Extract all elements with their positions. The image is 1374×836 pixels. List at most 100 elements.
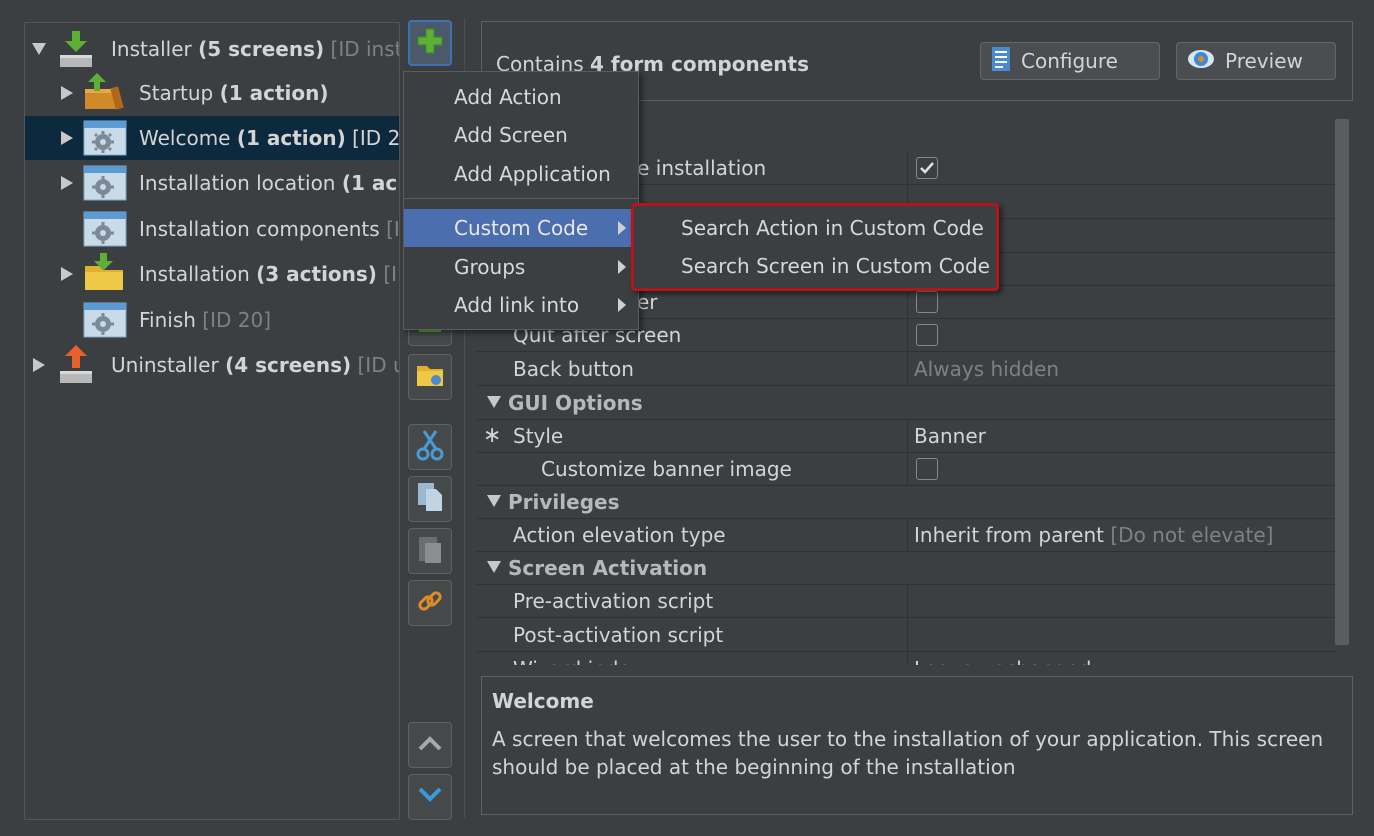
- quit-after-screen-checkbox[interactable]: [916, 324, 938, 346]
- category-privileges[interactable]: Privileges: [477, 485, 1337, 519]
- column-separator: [907, 518, 908, 552]
- expand-arrow-icon[interactable]: [61, 131, 73, 145]
- copy-button[interactable]: [408, 476, 452, 522]
- description-panel: Welcome A screen that welcomes the user …: [481, 676, 1353, 815]
- submenu-arrow-icon: [618, 221, 626, 235]
- folder-gear-icon: [415, 361, 445, 394]
- chevron-down-icon: [416, 785, 444, 810]
- property-row-customize-banner-image[interactable]: Customize banner image: [477, 452, 1337, 486]
- tree-item-installer[interactable]: Installer (5 screens) [ID instal...: [25, 27, 400, 71]
- menu-item-add-application[interactable]: Add Application: [404, 155, 638, 193]
- description-text: A screen that welcomes the user to the i…: [492, 727, 1324, 779]
- modified-marker-icon: ∗: [483, 423, 502, 448]
- customize-banner-checkbox[interactable]: [916, 458, 938, 480]
- category-gui-options[interactable]: GUI Options: [477, 386, 1337, 420]
- collapse-arrow-icon[interactable]: [487, 396, 501, 408]
- cut-button[interactable]: [408, 424, 452, 470]
- uninstaller-icon: [57, 343, 99, 383]
- checkbox[interactable]: [916, 291, 938, 313]
- startup-icon: [83, 71, 125, 110]
- menu-item-groups[interactable]: Groups: [404, 248, 638, 286]
- property-name: Wizard index: [513, 657, 642, 666]
- copy-icon: [416, 481, 444, 518]
- collapse-arrow-icon[interactable]: [487, 561, 501, 573]
- move-down-button[interactable]: [408, 774, 452, 820]
- chevron-up-icon: [416, 733, 444, 758]
- column-separator: [907, 419, 908, 453]
- tree-item-finish[interactable]: Finish [ID 20]: [25, 298, 399, 342]
- menu-item-search-action[interactable]: Search Action in Custom Code: [681, 216, 984, 240]
- custom-code-submenu: Search Action in Custom Code Search Scre…: [631, 203, 999, 291]
- property-row-pre-activation-script[interactable]: Pre-activation script: [477, 584, 1337, 618]
- expand-arrow-icon[interactable]: [61, 267, 73, 281]
- tree-item-label: Uninstaller (4 screens) [ID un...: [111, 353, 399, 377]
- screen-gear-icon: [83, 165, 127, 201]
- menu-item-custom-code[interactable]: Custom Code: [404, 209, 638, 247]
- property-name: Post-activation script: [513, 622, 724, 647]
- property-row-wizard-index[interactable]: Wizard index Leave unchanged: [477, 652, 1337, 665]
- tree-item-label: Installation location (1 ac...: [139, 171, 399, 195]
- collapse-arrow-icon[interactable]: [32, 43, 46, 55]
- submenu-arrow-icon: [618, 298, 626, 312]
- menu-separator: [404, 198, 638, 199]
- paste-button[interactable]: [408, 528, 452, 574]
- screen-gear-icon: [83, 120, 127, 156]
- category-label: Privileges: [508, 489, 620, 514]
- preview-label: Preview: [1225, 49, 1303, 73]
- description-title: Welcome: [492, 689, 594, 713]
- property-value: Always hidden: [914, 356, 1060, 381]
- column-separator: [907, 584, 908, 618]
- menu-item-add-screen[interactable]: Add Screen: [404, 116, 638, 154]
- property-value: Leave unchanged: [914, 657, 1092, 666]
- installer-icon: [57, 29, 99, 67]
- tree-item-label: Installer (5 screens) [ID instal...: [111, 37, 400, 61]
- vertical-scrollbar[interactable]: [1335, 119, 1349, 645]
- column-separator: [907, 652, 908, 665]
- project-tree[interactable]: Installer (5 screens) [ID instal... Star…: [24, 22, 400, 820]
- category-screen-activation[interactable]: Screen Activation: [477, 551, 1337, 585]
- expand-arrow-icon[interactable]: [33, 358, 45, 372]
- menu-item-search-screen[interactable]: Search Screen in Custom Code: [681, 254, 990, 278]
- column-separator: [907, 318, 908, 352]
- property-row-post-activation-script[interactable]: Post-activation script: [477, 618, 1337, 652]
- expand-arrow-icon[interactable]: [61, 176, 73, 190]
- menu-item-add-link-into[interactable]: Add link into: [404, 286, 638, 324]
- property-name: ate installation: [617, 155, 767, 180]
- tree-item-label: Installation (3 actions) [I...: [139, 262, 399, 286]
- configure-button[interactable]: Configure: [980, 42, 1160, 80]
- category-label: Screen Activation: [508, 555, 708, 580]
- property-row-style[interactable]: ∗ Style Banner: [477, 419, 1337, 453]
- add-button[interactable]: [408, 20, 452, 66]
- property-row-action-elevation-type[interactable]: Action elevation type Inherit from paren…: [477, 518, 1337, 552]
- property-name: Back button: [513, 356, 634, 381]
- property-name: Pre-activation script: [513, 588, 714, 613]
- tree-item-uninstaller[interactable]: Uninstaller (4 screens) [ID un...: [25, 343, 399, 387]
- expand-arrow-icon[interactable]: [61, 86, 73, 100]
- tree-item-label: Finish [ID 20]: [139, 308, 272, 332]
- tree-item-label: Installation components [I...: [139, 217, 400, 241]
- screen-gear-icon: [83, 302, 127, 338]
- folder-icon: [83, 252, 125, 290]
- tree-item-installation[interactable]: Installation (3 actions) [I...: [25, 252, 399, 296]
- move-up-button[interactable]: [408, 722, 452, 768]
- scissors-icon: [416, 429, 444, 466]
- screen-gear-icon: [83, 211, 127, 247]
- tree-item-installation-components[interactable]: Installation components [I...: [25, 207, 400, 251]
- category-label: GUI Options: [508, 390, 643, 415]
- link-button[interactable]: [408, 580, 452, 626]
- property-name: Action elevation type: [513, 522, 726, 547]
- preview-button[interactable]: Preview: [1176, 42, 1336, 80]
- property-row-back-button[interactable]: Back button Always hidden: [477, 352, 1337, 386]
- property-name: er: [637, 289, 658, 314]
- tree-item-startup[interactable]: Startup (1 action): [25, 71, 399, 115]
- menu-item-add-action[interactable]: Add Action: [404, 78, 638, 116]
- tree-item-label: Welcome (1 action) [ID 2]: [139, 126, 400, 150]
- tree-item-installation-location[interactable]: Installation location (1 ac...: [25, 161, 399, 205]
- checked-checkbox[interactable]: [916, 157, 938, 179]
- chain-link-icon: [416, 587, 444, 620]
- collapse-arrow-icon[interactable]: [487, 495, 501, 507]
- tree-item-welcome[interactable]: Welcome (1 action) [ID 2]: [25, 116, 400, 160]
- plus-icon: [416, 27, 444, 60]
- folder-button[interactable]: [408, 354, 452, 400]
- add-context-menu: Add Action Add Screen Add Application Cu…: [403, 71, 639, 330]
